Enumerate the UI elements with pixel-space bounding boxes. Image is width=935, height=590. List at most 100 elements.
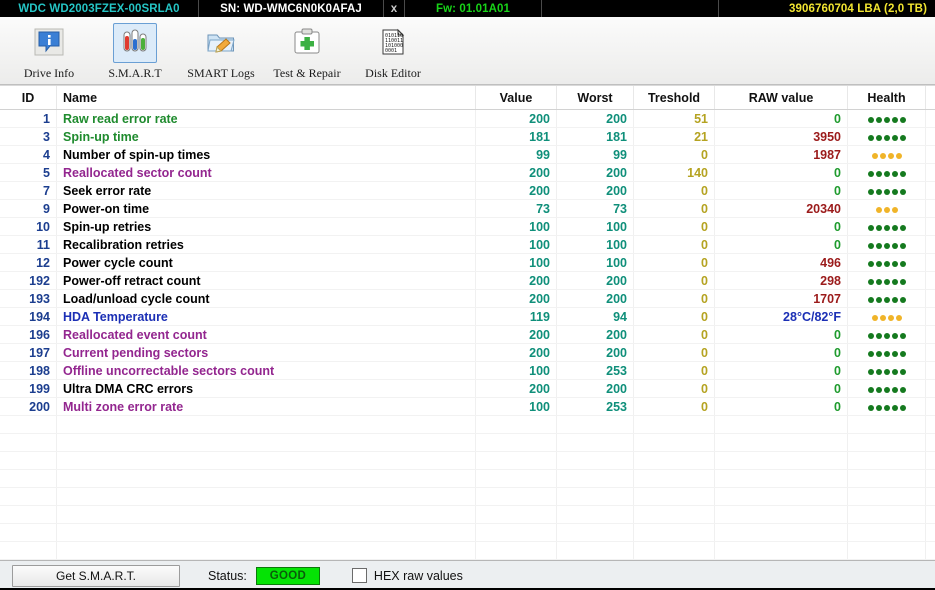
close-icon[interactable]: x <box>384 0 405 17</box>
cell-raw-value: 0 <box>714 109 848 128</box>
cell-empty <box>56 451 476 470</box>
cell-worst: 200 <box>556 163 634 182</box>
cell-empty <box>556 523 634 542</box>
toolbar-item-drive-info[interactable]: Drive Info <box>6 21 92 81</box>
cell-value: 100 <box>475 235 557 254</box>
column-header-id[interactable]: ID <box>0 86 57 110</box>
health-dot-icon <box>879 314 886 321</box>
health-dot-icon <box>875 206 882 213</box>
table-row[interactable]: 200 Multi zone error rate 100 253 0 0 <box>0 397 935 416</box>
health-dot-icon <box>883 386 890 393</box>
health-dots <box>867 134 906 141</box>
cell-name: Power cycle count <box>56 253 476 272</box>
cell-threshold: 51 <box>633 109 715 128</box>
table-row[interactable]: 3 Spin-up time 181 181 21 3950 <box>0 127 935 146</box>
cell-id: 7 <box>0 181 57 200</box>
table-row[interactable]: 198 Offline uncorrectable sectors count 10… <box>0 361 935 380</box>
cell-spacer <box>925 163 935 182</box>
cell-name: Spin-up retries <box>56 217 476 236</box>
cell-value: 100 <box>475 217 557 236</box>
cell-raw-value: 0 <box>714 361 848 380</box>
health-dot-icon <box>883 368 890 375</box>
get-smart-button[interactable]: Get S.M.A.R.T. <box>12 564 180 587</box>
cell-threshold: 0 <box>633 343 715 362</box>
hex-raw-values-label: HEX raw values <box>373 568 463 583</box>
health-dots <box>871 152 902 159</box>
health-dots <box>867 368 906 375</box>
table-row[interactable]: 4 Number of spin-up times 99 99 0 1987 <box>0 145 935 164</box>
health-dots <box>867 116 906 123</box>
smart-icon-frame <box>113 23 157 63</box>
health-dot-icon <box>867 368 874 375</box>
toolbar-item-disk-editor[interactable]: 010110 110011 101000 0001 Disk Editor <box>350 21 436 81</box>
health-dot-icon <box>891 224 898 231</box>
cell-value: 73 <box>475 199 557 218</box>
health-dot-icon <box>899 260 906 267</box>
table-row[interactable]: 10 Spin-up retries 100 100 0 0 <box>0 217 935 236</box>
cell-raw-value: 0 <box>714 379 848 398</box>
table-row[interactable]: 197 Current pending sectors 200 200 0 0 <box>0 343 935 362</box>
health-dot-icon <box>867 350 874 357</box>
health-dot-icon <box>867 404 874 411</box>
cell-spacer <box>925 127 935 146</box>
toolbar-label-disk-editor: Disk Editor <box>365 66 421 80</box>
health-dot-icon <box>875 332 882 339</box>
column-header-raw-value[interactable]: RAW value <box>714 86 848 110</box>
cell-id: 200 <box>0 397 57 416</box>
health-dots <box>867 242 906 249</box>
toolbar-item-smart-logs[interactable]: SMART Logs <box>178 21 264 81</box>
cell-health <box>847 307 926 326</box>
cell-spacer <box>925 181 935 200</box>
cell-empty <box>556 433 634 452</box>
drive-model-label: WDC WD2003FZEX-00SRLA0 <box>0 0 199 17</box>
cell-empty <box>0 451 57 470</box>
health-dot-icon <box>899 134 906 141</box>
toolbar-item-test-repair[interactable]: Test & Repair <box>264 21 350 81</box>
folder-pencil-icon <box>206 28 236 59</box>
cell-empty <box>847 433 926 452</box>
table-empty-row <box>0 469 935 488</box>
table-row[interactable]: 11 Recalibration retries 100 100 0 0 <box>0 235 935 254</box>
health-dot-icon <box>899 224 906 231</box>
health-dot-icon <box>891 368 898 375</box>
table-row[interactable]: 194 HDA Temperature 119 94 0 28°C/82°F <box>0 307 935 326</box>
toolbar-item-smart[interactable]: S.M.A.R.T <box>92 21 178 81</box>
health-dot-icon <box>891 170 898 177</box>
health-dot-icon <box>899 188 906 195</box>
table-row[interactable]: 192 Power-off retract count 200 200 0 298 <box>0 271 935 290</box>
column-header-name[interactable]: Name <box>56 86 476 110</box>
column-header-health[interactable]: Health <box>847 86 926 110</box>
table-row[interactable]: 9 Power-on time 73 73 0 20340 <box>0 199 935 218</box>
health-dot-icon <box>891 206 898 213</box>
table-row[interactable]: 199 Ultra DMA CRC errors 200 200 0 0 <box>0 379 935 398</box>
cell-spacer <box>925 253 935 272</box>
column-header-worst[interactable]: Worst <box>556 86 634 110</box>
health-dot-icon <box>875 260 882 267</box>
table-row[interactable]: 5 Reallocated sector count 200 200 140 0 <box>0 163 935 182</box>
cell-raw-value: 0 <box>714 217 848 236</box>
cell-empty <box>56 487 476 506</box>
hex-raw-values-checkbox[interactable]: HEX raw values <box>351 568 463 583</box>
column-header-value[interactable]: Value <box>475 86 557 110</box>
cell-health <box>847 127 926 146</box>
table-row[interactable]: 193 Load/unload cycle count 200 200 0 1707 <box>0 289 935 308</box>
cell-id: 10 <box>0 217 57 236</box>
health-dot-icon <box>871 152 878 159</box>
table-row[interactable]: 7 Seek error rate 200 200 0 0 <box>0 181 935 200</box>
toolbar-label-drive-info: Drive Info <box>23 66 75 80</box>
checkbox-box-icon[interactable] <box>351 568 367 583</box>
table-row[interactable]: 12 Power cycle count 100 100 0 496 <box>0 253 935 272</box>
table-row[interactable]: 196 Reallocated event count 200 200 0 0 <box>0 325 935 344</box>
cell-value: 200 <box>475 181 557 200</box>
table-row[interactable]: 1 Raw read error rate 200 200 51 0 <box>0 109 935 128</box>
health-dot-icon <box>887 152 894 159</box>
cell-empty <box>556 505 634 524</box>
health-dot-icon <box>899 332 906 339</box>
health-dot-icon <box>883 224 890 231</box>
health-dots <box>867 332 906 339</box>
cell-spacer <box>925 145 935 164</box>
health-dot-icon <box>883 278 890 285</box>
column-header-threshold[interactable]: Treshold <box>633 86 715 110</box>
cell-raw-value: 0 <box>714 163 848 182</box>
cell-raw-value: 28°C/82°F <box>714 307 848 326</box>
